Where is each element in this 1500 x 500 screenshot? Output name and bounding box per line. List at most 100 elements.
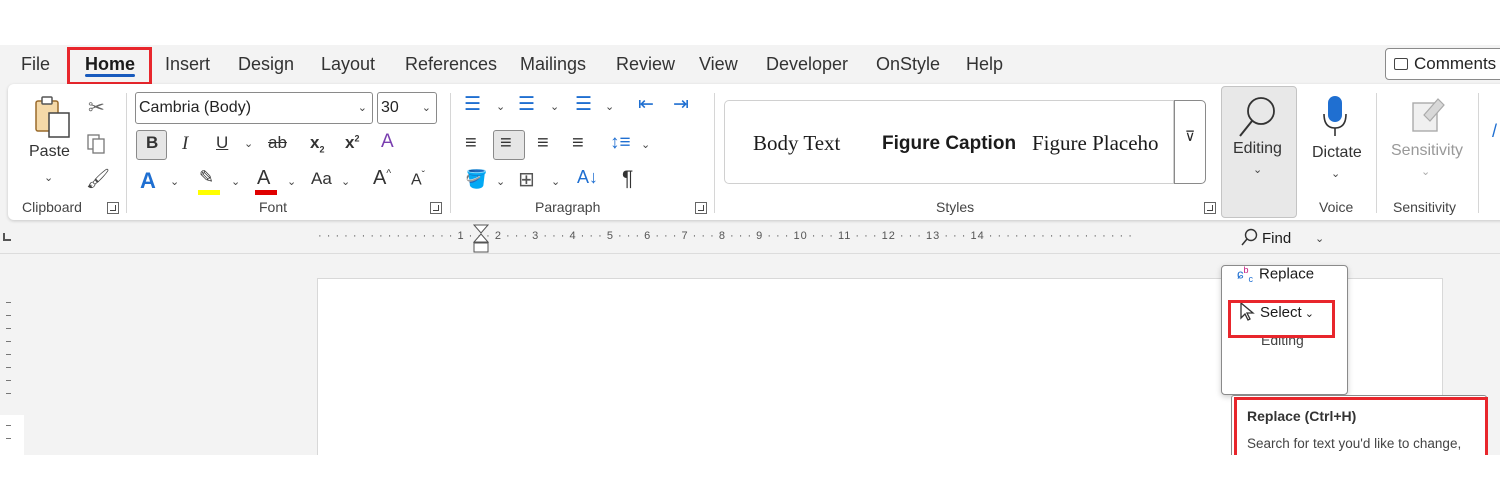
find-item[interactable]: Find: [1240, 228, 1291, 247]
bullets-icon[interactable]: ☰: [464, 93, 481, 116]
shading-icon[interactable]: 🪣: [465, 169, 487, 190]
microphone-icon[interactable]: [1320, 94, 1350, 138]
tab-onstyle[interactable]: OnStyle: [876, 45, 940, 83]
line-spacing-icon[interactable]: ↕≡: [610, 132, 631, 154]
highlight-color-bar: [198, 190, 220, 195]
vertical-ruler-margin: [0, 415, 24, 455]
sensitivity-icon[interactable]: [1410, 95, 1446, 135]
sensitivity-chevron-icon[interactable]: ⌄: [1421, 165, 1430, 178]
tab-developer[interactable]: Developer: [766, 45, 848, 83]
line-spacing-chevron-icon[interactable]: ⌄: [641, 138, 650, 151]
paste-chevron-icon[interactable]: ⌄: [44, 171, 53, 184]
increase-indent-icon[interactable]: ⇥: [673, 93, 689, 116]
borders-chevron-icon[interactable]: ⌄: [551, 175, 560, 188]
paste-label[interactable]: Paste: [29, 143, 70, 161]
clipboard-launcher-icon[interactable]: [107, 202, 119, 214]
numbering-chevron-icon[interactable]: ⌄: [550, 100, 559, 113]
ruler-baseline: [0, 253, 1500, 254]
change-case-chevron-icon[interactable]: ⌄: [341, 175, 350, 188]
borders-icon[interactable]: ⊞: [518, 167, 535, 192]
shrink-font-button[interactable]: Aˇ: [411, 170, 425, 189]
styles-launcher-icon[interactable]: [1204, 202, 1216, 214]
ruler-tick: [6, 341, 11, 342]
font-group-label: Font: [259, 199, 288, 215]
ruler-tick: [6, 328, 11, 329]
separator: [126, 93, 127, 213]
clear-formatting-icon[interactable]: A: [381, 131, 394, 153]
find-label: Find: [1262, 230, 1292, 247]
indent-marker-icon[interactable]: [473, 224, 489, 256]
style-figure-placeholder[interactable]: Figure Placeho: [1032, 131, 1159, 156]
tab-view[interactable]: View: [699, 45, 738, 83]
ribbon-tabs: File Home Insert Design Layout Reference…: [0, 45, 1500, 83]
shading-chevron-icon[interactable]: ⌄: [496, 175, 505, 188]
comments-button[interactable]: Comments: [1385, 48, 1500, 80]
decrease-indent-icon[interactable]: ⇤: [638, 93, 654, 116]
replace-item[interactable]: ɕbc Replace: [1237, 265, 1314, 284]
font-name-value: Cambria (Body): [139, 99, 252, 116]
shrink-font-label: A: [411, 171, 422, 189]
font-color-bar: [255, 190, 277, 195]
change-case-button[interactable]: Aa: [311, 169, 332, 189]
tab-design[interactable]: Design: [238, 45, 294, 83]
tab-selector-icon[interactable]: [3, 233, 11, 241]
paragraph-launcher-icon[interactable]: [695, 202, 707, 214]
tab-insert[interactable]: Insert: [165, 45, 210, 83]
grow-font-button[interactable]: A^: [373, 167, 391, 190]
strikethrough-button[interactable]: ab: [268, 133, 287, 153]
multilevel-list-icon[interactable]: ☰: [575, 93, 592, 116]
cut-icon[interactable]: ✂: [88, 95, 105, 120]
copy-icon[interactable]: [86, 133, 108, 155]
font-launcher-icon[interactable]: [430, 202, 442, 214]
replace-label: Replace: [1259, 265, 1315, 283]
clipboard-group-label: Clipboard: [22, 199, 82, 215]
highlight-icon[interactable]: ✎: [199, 167, 214, 188]
show-marks-icon[interactable]: ¶: [622, 167, 633, 191]
numbering-icon[interactable]: ☰: [518, 93, 535, 116]
sort-icon[interactable]: A↓: [577, 167, 598, 188]
font-name-dropdown[interactable]: Cambria (Body) ⌄: [135, 92, 373, 124]
underline-chevron-icon[interactable]: ⌄: [244, 137, 253, 150]
underline-button[interactable]: U: [216, 133, 228, 153]
tab-review[interactable]: Review: [616, 45, 675, 83]
dictate-label[interactable]: Dictate: [1312, 144, 1362, 162]
style-body-text[interactable]: Body Text: [753, 131, 840, 156]
font-size-value: 30: [381, 99, 399, 116]
ruler-tick: [6, 380, 11, 381]
superscript-button[interactable]: x2: [345, 133, 359, 153]
styles-more-button[interactable]: ⊽: [1174, 100, 1206, 184]
text-effects-chevron-icon[interactable]: ⌄: [170, 175, 179, 188]
justify-icon[interactable]: ≡: [572, 132, 584, 155]
bullets-chevron-icon[interactable]: ⌄: [496, 100, 505, 113]
font-size-dropdown[interactable]: 30 ⌄: [377, 92, 437, 124]
styles-gallery[interactable]: Body Text Figure Caption Figure Placeho: [724, 100, 1174, 184]
align-right-icon[interactable]: ≡: [537, 132, 549, 155]
format-painter-icon[interactable]: 🖌: [86, 167, 110, 191]
addin-icon[interactable]: /: [1492, 121, 1497, 142]
ruler-tick: [6, 367, 11, 368]
text-effects-icon[interactable]: A: [140, 168, 156, 194]
styles-group-label: Styles: [936, 199, 975, 215]
sensitivity-label[interactable]: Sensitivity: [1391, 142, 1463, 160]
tab-help[interactable]: Help: [966, 45, 1003, 83]
find-chevron-icon[interactable]: ⌄: [1315, 232, 1324, 245]
multilevel-chevron-icon[interactable]: ⌄: [605, 100, 614, 113]
dictate-chevron-icon[interactable]: ⌄: [1331, 167, 1340, 180]
font-color-chevron-icon[interactable]: ⌄: [287, 175, 296, 188]
paste-icon[interactable]: [33, 95, 73, 141]
tab-layout[interactable]: Layout: [321, 45, 375, 83]
tab-references[interactable]: References: [405, 45, 497, 83]
separator: [1376, 93, 1377, 213]
vertical-ruler: [0, 255, 24, 455]
highlight-chevron-icon[interactable]: ⌄: [231, 175, 240, 188]
replace-icon: ɕbc: [1237, 265, 1254, 284]
ruler-tick: [6, 315, 11, 316]
ruler-tick: [6, 438, 11, 439]
font-color-icon[interactable]: A: [257, 167, 270, 190]
italic-button[interactable]: I: [182, 133, 188, 155]
align-left-icon[interactable]: ≡: [465, 132, 477, 155]
tab-file[interactable]: File: [21, 45, 50, 83]
tab-mailings[interactable]: Mailings: [520, 45, 586, 83]
style-figure-caption[interactable]: Figure Caption: [882, 133, 1016, 155]
subscript-button[interactable]: x2: [310, 133, 324, 154]
